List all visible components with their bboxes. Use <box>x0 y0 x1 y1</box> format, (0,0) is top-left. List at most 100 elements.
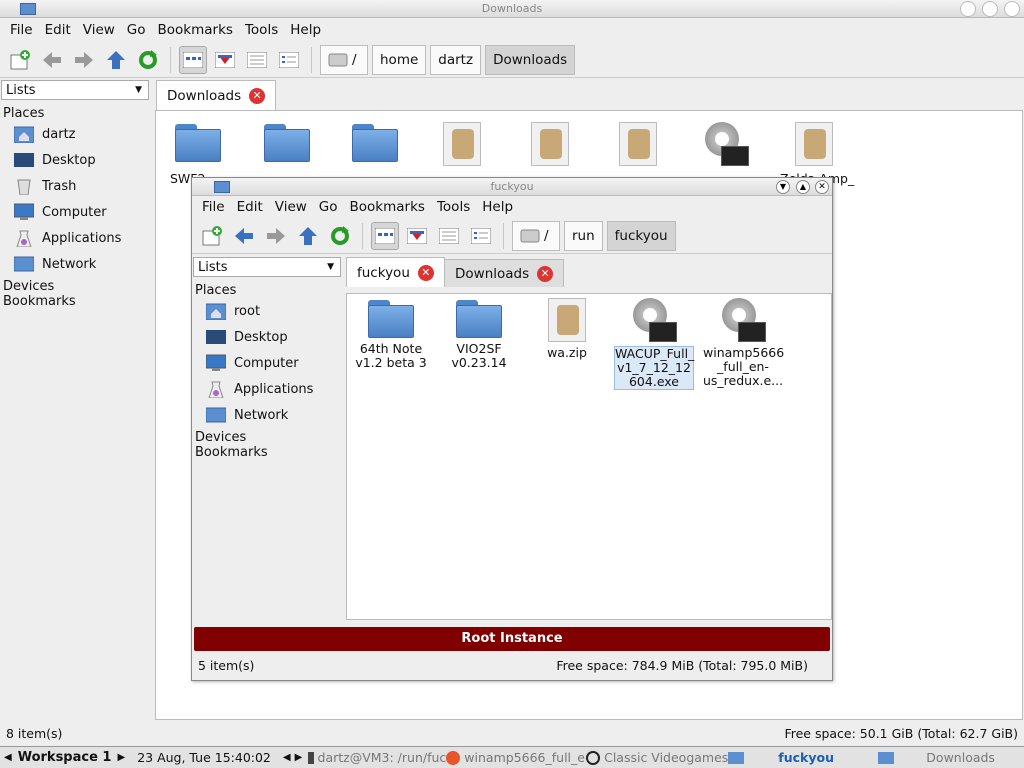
list-view-button[interactable] <box>275 46 303 74</box>
outer-file-folder-1[interactable] <box>175 124 221 162</box>
menu-bookmarks[interactable]: Bookmarks <box>344 199 431 215</box>
archive-icon <box>548 298 586 342</box>
place-root[interactable]: root <box>192 298 344 324</box>
place-applications[interactable]: Applications <box>0 225 152 251</box>
menu-tools[interactable]: Tools <box>431 199 476 215</box>
forward-button[interactable] <box>70 46 98 74</box>
side-pane-mode-select[interactable]: Lists ▼ <box>1 80 149 100</box>
place-network[interactable]: Network <box>192 402 344 428</box>
menu-file[interactable]: File <box>4 22 39 38</box>
new-tab-button[interactable] <box>6 46 34 74</box>
reload-button[interactable] <box>134 46 162 74</box>
place-dartz[interactable]: dartz <box>0 121 152 147</box>
minimize-button[interactable]: ▼ <box>776 180 790 194</box>
menu-help[interactable]: Help <box>284 22 327 38</box>
item-count: 8 item(s) <box>6 725 63 741</box>
arrow-up-icon <box>299 226 317 245</box>
menu-edit[interactable]: Edit <box>231 199 269 215</box>
place-computer[interactable]: Computer <box>0 199 152 225</box>
devices-header[interactable]: Devices <box>0 279 152 294</box>
file-item[interactable]: VIO2SF v0.23.14 <box>439 300 519 370</box>
menu-help[interactable]: Help <box>476 199 519 215</box>
breadcrumb-root[interactable]: / <box>512 220 560 251</box>
task-terminal[interactable]: dartz@VM3: /run/fuc <box>308 750 446 765</box>
thumbnail-view-button[interactable] <box>211 46 239 74</box>
place-computer[interactable]: Computer <box>192 350 344 376</box>
outer-file-zip-3[interactable] <box>795 122 833 166</box>
new-tab-button[interactable] <box>198 222 226 250</box>
inner-file-view[interactable]: 64th Note v1.2 beta 3 VIO2SF v0.23.14 wa.z… <box>346 293 832 620</box>
thumbnail-view-button[interactable] <box>403 222 431 250</box>
tab-downloads[interactable]: Downloads ✕ <box>444 259 565 287</box>
inner-titlebar[interactable]: fuckyou ▼ ▲ ✕ <box>192 178 832 196</box>
compact-view-button[interactable] <box>435 222 463 250</box>
breadcrumb-downloads[interactable]: Downloads <box>485 44 576 75</box>
task-winamp[interactable]: winamp5666_full_e <box>446 750 586 765</box>
place-desktop[interactable]: Desktop <box>192 324 344 350</box>
tab-downloads[interactable]: Downloads ✕ <box>156 80 277 110</box>
outer-file-zip-2[interactable] <box>619 122 657 166</box>
workspace-label[interactable]: Workspace 1 <box>18 750 112 765</box>
next-task-icon[interactable]: ▶ <box>295 752 303 763</box>
close-button[interactable]: ✕ <box>815 180 829 194</box>
outer-file-folder-3[interactable] <box>352 124 398 162</box>
outer-file-package[interactable] <box>531 122 569 166</box>
menu-edit[interactable]: Edit <box>39 22 77 38</box>
task-videogames[interactable]: Classic Videogames <box>586 750 728 765</box>
place-network[interactable]: Network <box>0 251 152 277</box>
minimize-button[interactable] <box>960 1 976 17</box>
outer-file-exe[interactable] <box>703 122 749 166</box>
menu-view[interactable]: View <box>269 199 313 215</box>
breadcrumb-root[interactable]: / <box>320 44 368 75</box>
file-item[interactable]: wa.zip <box>527 298 607 360</box>
place-trash[interactable]: Trash <box>0 173 152 199</box>
up-button[interactable] <box>294 222 322 250</box>
breadcrumb-home[interactable]: home <box>372 44 427 75</box>
menu-go[interactable]: Go <box>121 22 152 38</box>
reload-button[interactable] <box>326 222 354 250</box>
next-workspace-icon[interactable]: ▶ <box>117 752 125 763</box>
devices-header[interactable]: Devices <box>192 430 344 445</box>
close-tab-icon[interactable]: ✕ <box>417 264 434 281</box>
prev-workspace-icon[interactable]: ◀ <box>4 752 12 763</box>
file-item-selected[interactable]: WACUP_Full_ v1_7_12_12 604.exe <box>614 298 694 390</box>
place-applications[interactable]: Applications <box>192 376 344 402</box>
outer-titlebar[interactable]: Downloads <box>0 0 1024 18</box>
outer-file-zip-1[interactable] <box>443 122 481 166</box>
prev-task-icon[interactable]: ◀ <box>283 752 291 763</box>
item-count: 5 item(s) <box>198 657 255 673</box>
close-button[interactable] <box>1004 1 1020 17</box>
task-downloads[interactable]: Downloads <box>878 750 1018 765</box>
up-button[interactable] <box>102 46 130 74</box>
back-button[interactable] <box>230 222 258 250</box>
close-tab-icon[interactable]: ✕ <box>249 87 266 104</box>
menu-view[interactable]: View <box>77 22 121 38</box>
menu-go[interactable]: Go <box>313 199 344 215</box>
bookmarks-header[interactable]: Bookmarks <box>192 445 344 460</box>
menu-tools[interactable]: Tools <box>239 22 284 38</box>
compact-view-button[interactable] <box>243 46 271 74</box>
menu-file[interactable]: File <box>196 199 231 215</box>
side-pane-mode-select[interactable]: Lists ▼ <box>193 257 341 277</box>
maximize-button[interactable]: ▲ <box>796 180 810 194</box>
place-desktop[interactable]: Desktop <box>0 147 152 173</box>
breadcrumb-fuckyou[interactable]: fuckyou <box>606 220 676 251</box>
home-folder-icon <box>14 126 34 143</box>
file-item[interactable]: 64th Note v1.2 beta 3 <box>351 300 431 370</box>
outer-toolbar: / home dartz Downloads <box>0 42 1024 78</box>
back-button[interactable] <box>38 46 66 74</box>
list-view-button[interactable] <box>467 222 495 250</box>
menu-bookmarks[interactable]: Bookmarks <box>152 22 239 38</box>
close-tab-icon[interactable]: ✕ <box>537 265 554 282</box>
bookmarks-header[interactable]: Bookmarks <box>0 294 152 309</box>
task-fuckyou[interactable]: fuckyou <box>728 750 878 765</box>
breadcrumb-dartz[interactable]: dartz <box>430 44 482 75</box>
file-item[interactable]: winamp5666 _full_en-us_redux.e... <box>703 298 784 388</box>
forward-button[interactable] <box>262 222 290 250</box>
icon-view-button[interactable] <box>371 221 399 250</box>
maximize-button[interactable] <box>982 1 998 17</box>
outer-file-folder-2[interactable] <box>264 124 310 162</box>
breadcrumb-run[interactable]: run <box>564 220 603 251</box>
icon-view-button[interactable] <box>179 45 207 74</box>
tab-fuckyou[interactable]: fuckyou ✕ <box>346 257 445 287</box>
